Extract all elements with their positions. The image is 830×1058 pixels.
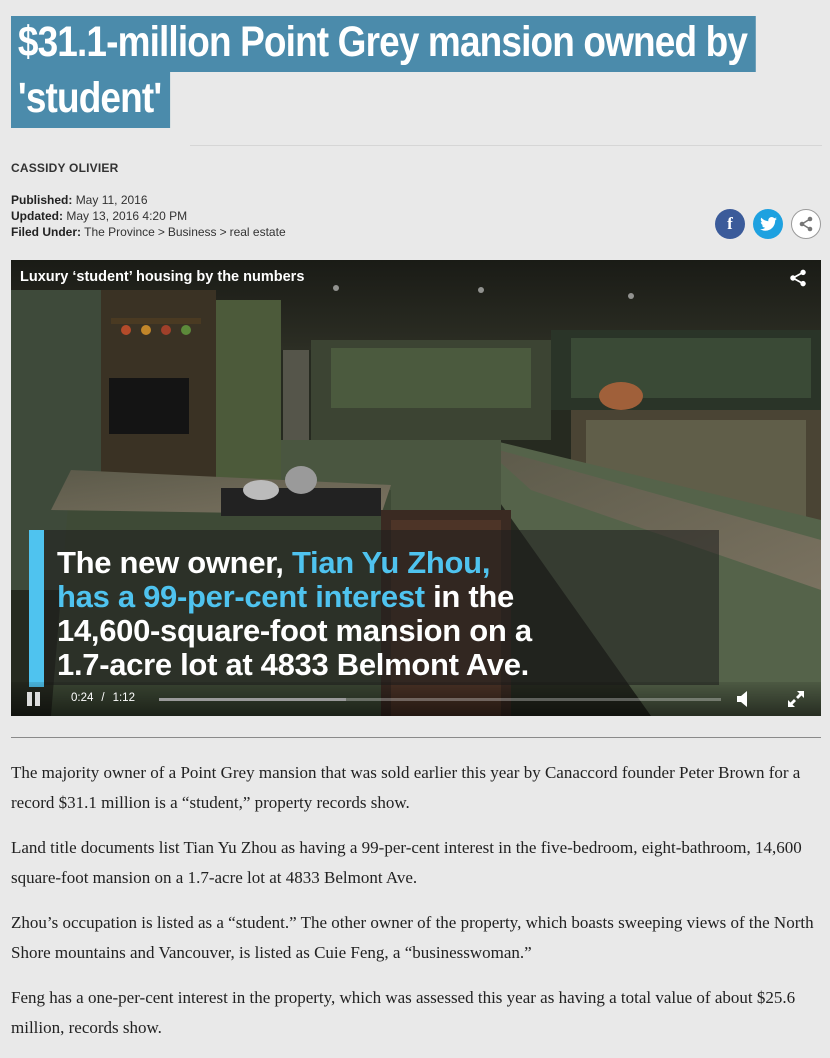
caption-line-1: The new owner, Tian Yu Zhou,	[57, 546, 532, 580]
video-controls: 0:24 / 1:12	[11, 682, 821, 716]
article-body: The majority owner of a Point Grey mansi…	[11, 758, 816, 1058]
filed-separator: >	[157, 225, 165, 239]
fullscreen-icon	[788, 691, 804, 707]
paragraph: Land title documents list Tian Yu Zhou a…	[11, 838, 802, 887]
twitter-share-button[interactable]	[753, 209, 783, 239]
filed-separator: >	[219, 225, 227, 239]
filed-under-label: Filed Under:	[11, 225, 82, 239]
video-time: 0:24 / 1:12	[71, 692, 135, 704]
fullscreen-button[interactable]	[787, 690, 805, 713]
video-player[interactable]: Luxury ‘student’ housing by the numbers …	[11, 260, 821, 716]
paragraph: The majority owner of a Point Grey mansi…	[11, 763, 801, 812]
published-row: Published: May 11, 2016	[11, 192, 286, 208]
caption-line-4: 1.7-acre lot at 4833 Belmont Ave.	[57, 647, 529, 682]
video-title: Luxury ‘student’ housing by the numbers	[20, 269, 305, 285]
pause-icon-bar	[35, 692, 40, 706]
volume-button[interactable]	[737, 691, 751, 712]
caption-text-2: in the	[424, 579, 514, 614]
filed-link-real-estate[interactable]: real estate	[230, 225, 286, 239]
progress-fill	[159, 698, 347, 701]
headline-container: $31.1-million Point Grey mansion owned b…	[11, 14, 781, 128]
article-meta: Published: May 11, 2016 Updated: May 13,…	[11, 192, 286, 240]
paragraph: Feng has a one-per-cent interest in the …	[11, 988, 796, 1037]
share-icon	[790, 269, 806, 287]
pause-icon	[27, 692, 32, 706]
pause-button[interactable]	[27, 692, 41, 706]
updated-label: Updated:	[11, 209, 63, 223]
header-divider	[190, 145, 822, 146]
filed-under-row: Filed Under: The Province > Business > real …	[11, 224, 286, 240]
share-icon	[799, 216, 813, 232]
volume-icon	[737, 691, 747, 707]
article-headline: $31.1-million Point Grey mansion owned b…	[11, 14, 785, 128]
content-divider	[11, 737, 821, 738]
facebook-icon: f	[727, 214, 733, 233]
author-byline[interactable]: CASSIDY OLIVIER	[11, 161, 118, 175]
more-share-button[interactable]	[791, 209, 821, 239]
progress-bar[interactable]	[159, 698, 721, 701]
duration: 1:12	[112, 692, 135, 704]
paragraph: Zhou’s occupation is listed as a “studen…	[11, 913, 814, 962]
caption-accent-bar	[29, 530, 44, 687]
video-share-button[interactable]	[789, 269, 807, 292]
headline-text: $31.1-million Point Grey mansion owned b…	[11, 16, 756, 128]
updated-date: May 13, 2016 4:20 PM	[66, 209, 188, 223]
current-time: 0:24	[71, 692, 94, 704]
video-caption: The new owner, Tian Yu Zhou, has a 99-pe…	[57, 546, 532, 682]
filed-link-province[interactable]: The Province	[84, 225, 155, 239]
published-date: May 11, 2016	[75, 193, 148, 207]
filed-link-business[interactable]: Business	[168, 225, 217, 239]
caption-line-2: has a 99-per-cent interest in the	[57, 580, 532, 614]
caption-text-1: The new owner,	[57, 545, 292, 580]
caption-highlight-2: has a 99-per-cent interest	[57, 579, 425, 614]
facebook-share-button[interactable]: f	[715, 209, 745, 239]
social-share-bar: f	[715, 209, 821, 239]
caption-highlight-1: Tian Yu Zhou,	[291, 545, 491, 580]
caption-line-3: 14,600-square-foot mansion on a	[57, 613, 532, 648]
time-separator: /	[101, 692, 105, 704]
published-label: Published:	[11, 193, 73, 207]
twitter-icon	[759, 217, 777, 231]
updated-row: Updated: May 13, 2016 4:20 PM	[11, 208, 286, 224]
